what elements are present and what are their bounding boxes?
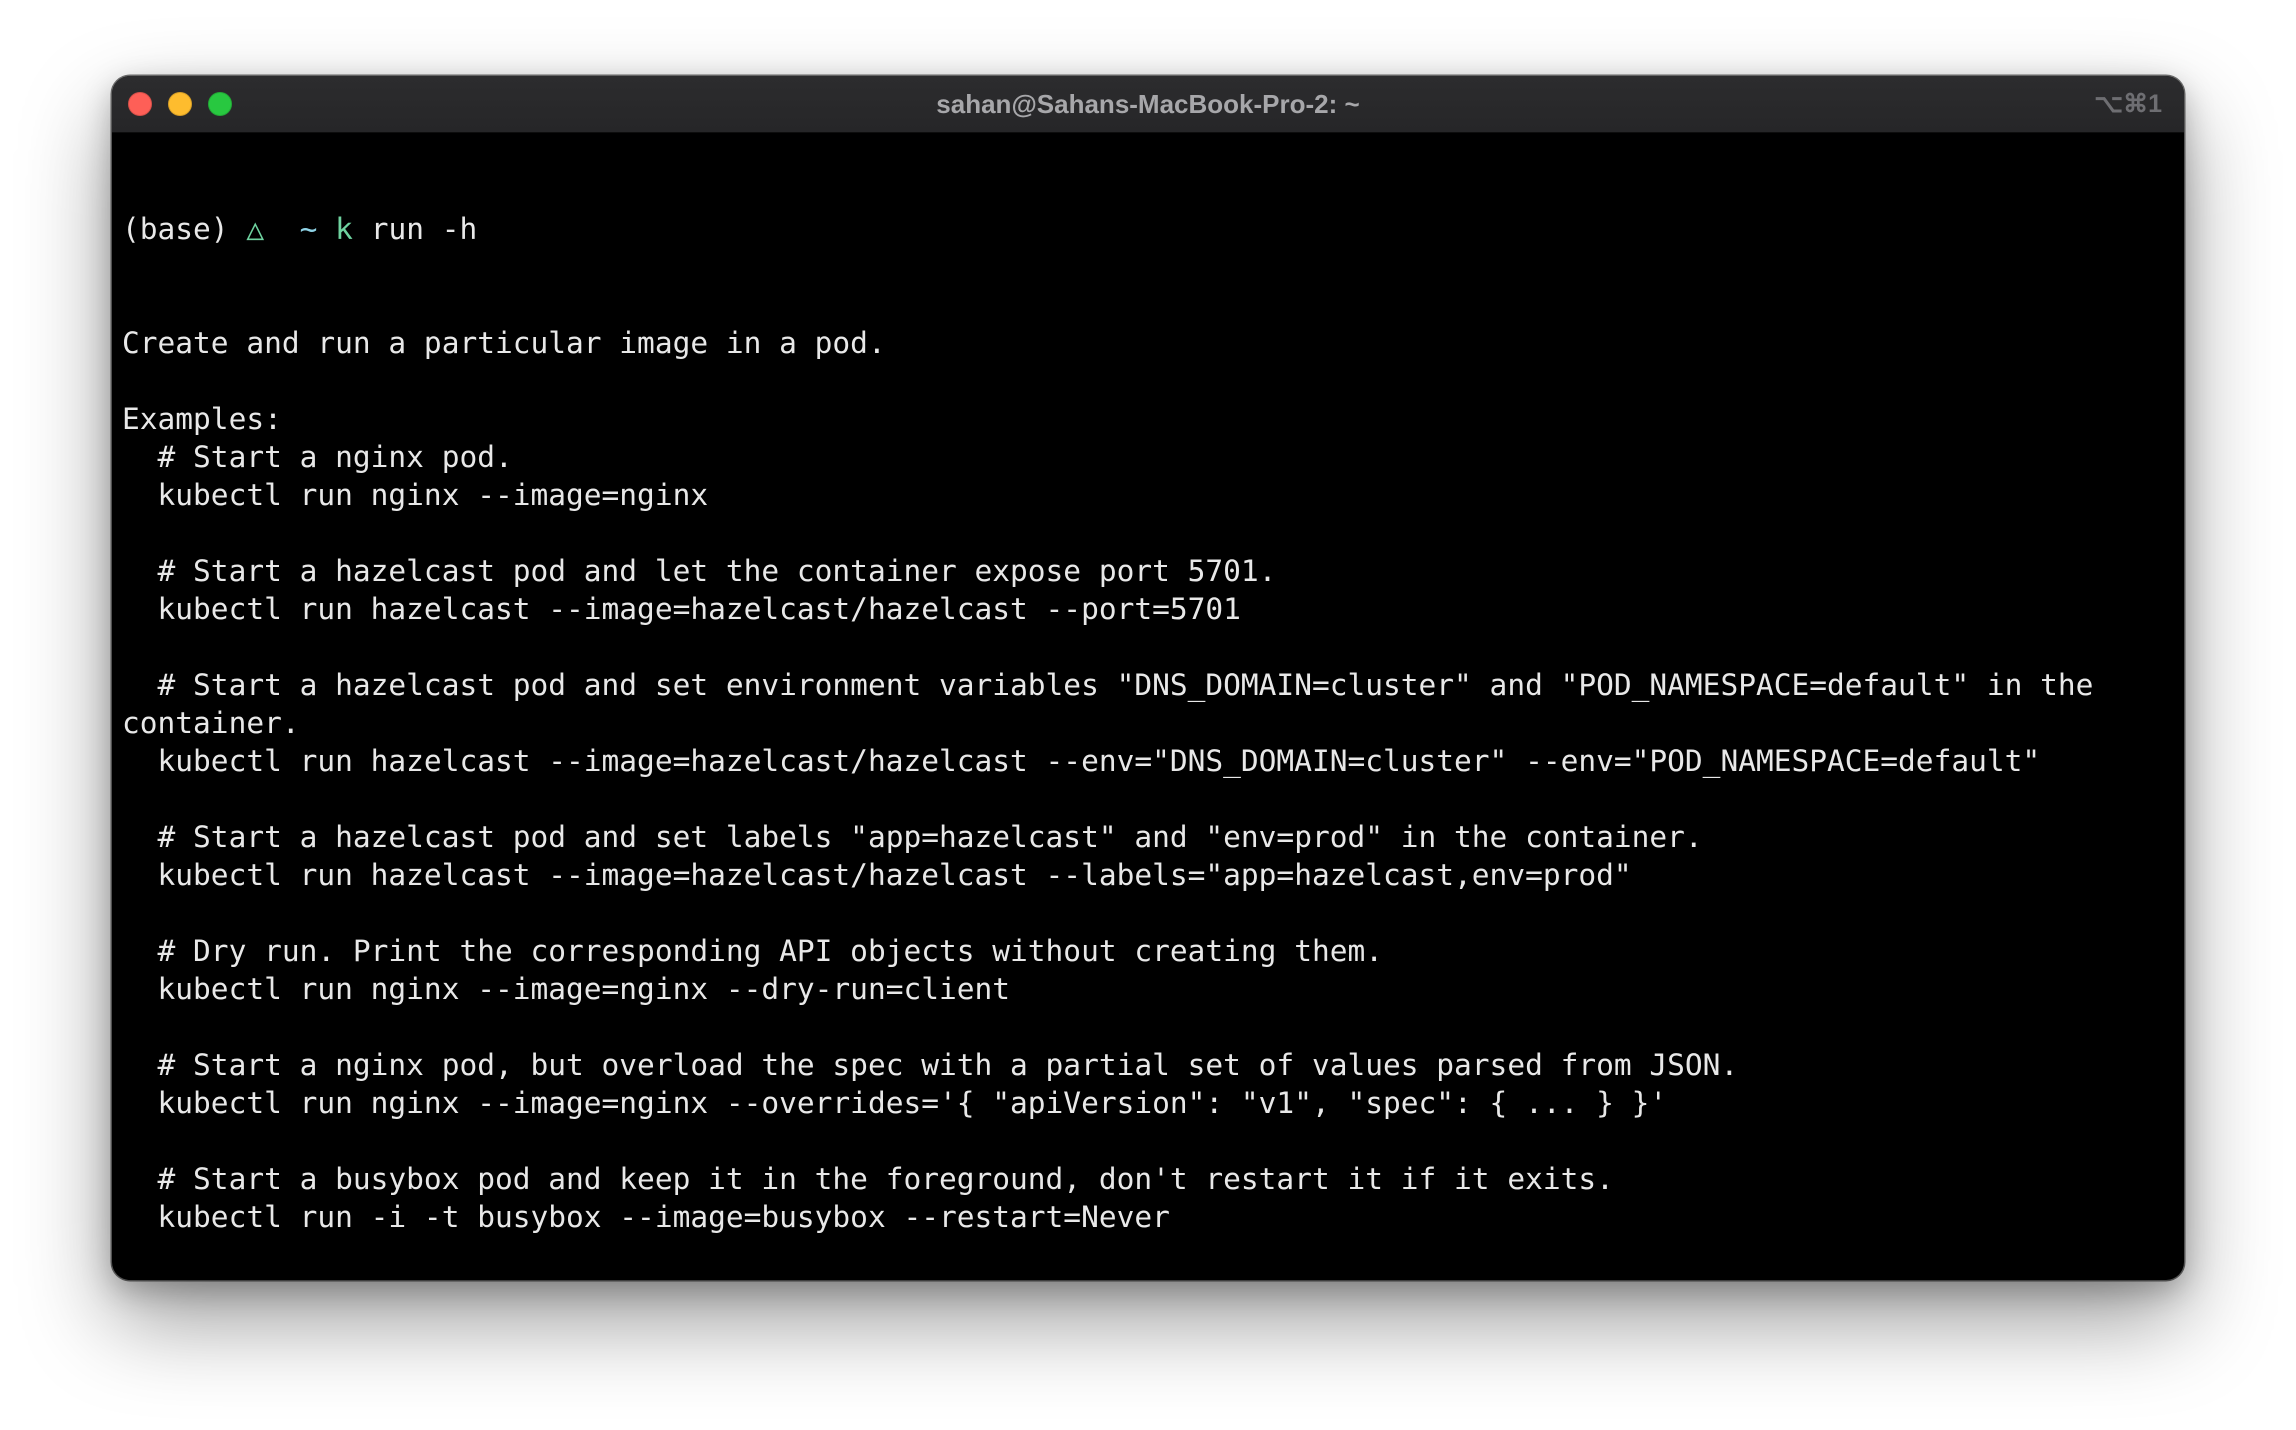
output-line: # Start a nginx pod. — [122, 440, 513, 474]
output-line: kubectl run hazelcast --image=hazelcast/… — [122, 744, 2041, 778]
prompt-line: (base) △ ~ k run -h — [122, 210, 2174, 248]
prompt-directory: ~ — [299, 212, 318, 246]
output-line: container. — [122, 706, 300, 740]
output-line: # Start a hazelcast pod and let the cont… — [122, 554, 1277, 588]
conda-env-label: (base) — [122, 212, 229, 246]
output-line: # Start a hazelcast pod and set environm… — [122, 668, 2094, 702]
output-line: kubectl run hazelcast --image=hazelcast/… — [122, 858, 1632, 892]
prompt-command: k — [335, 212, 353, 246]
prompt-arrow-icon: △ — [246, 212, 265, 246]
output-line: kubectl run nginx --image=nginx — [122, 478, 709, 512]
output-line: kubectl run nginx --image=nginx --dry-ru… — [122, 972, 1011, 1006]
output-line: # Start a busybox pod and keep it in the… — [122, 1162, 1614, 1196]
output-line: Examples: — [122, 402, 282, 436]
output-line: # Start a hazelcast pod and set labels "… — [122, 820, 1703, 854]
output-line: Create and run a particular image in a p… — [122, 326, 886, 360]
output-line: # Start a nginx pod, but overload the sp… — [122, 1048, 1739, 1082]
output-line: kubectl run hazelcast --image=hazelcast/… — [122, 592, 1241, 626]
terminal-output[interactable]: (base) △ ~ k run -h Create and run a par… — [122, 134, 2174, 1280]
output-line: kubectl run nginx --image=nginx --overri… — [122, 1086, 1668, 1120]
window-shortcut-label: ⌥⌘1 — [2094, 90, 2162, 118]
window-title: sahan@Sahans-MacBook-Pro-2: ~ — [936, 89, 1360, 119]
title-bar[interactable]: sahan@Sahans-MacBook-Pro-2: ~ ⌥⌘1 — [112, 76, 2184, 133]
output-line: kubectl run -i -t busybox --image=busybo… — [122, 1200, 1170, 1234]
prompt-args: run -h — [370, 212, 478, 246]
command-output: Create and run a particular image in a p… — [122, 324, 2174, 1280]
output-line: # Dry run. Print the corresponding API o… — [122, 934, 1383, 968]
output-line: # Start the nginx pod using the default … — [122, 1274, 2174, 1280]
terminal-window: sahan@Sahans-MacBook-Pro-2: ~ ⌥⌘1 (base)… — [112, 76, 2184, 1280]
